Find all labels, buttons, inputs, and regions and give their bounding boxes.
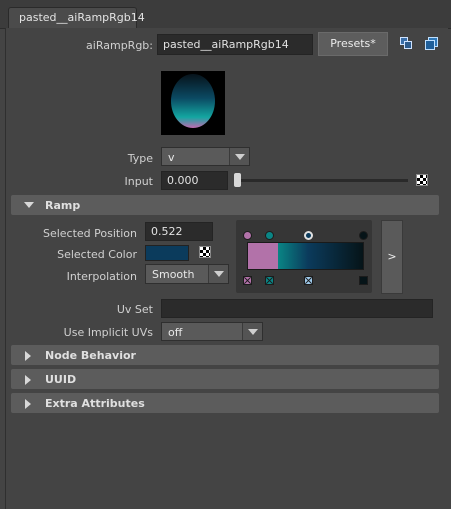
input-slider-track[interactable] <box>236 179 408 182</box>
uuid-section-header[interactable]: UUID <box>11 369 439 389</box>
selected-color-swatch[interactable] <box>145 245 189 261</box>
focus-icon[interactable] <box>400 37 412 49</box>
interpolation-label: Interpolation <box>66 270 137 283</box>
node-behavior-label: Node Behavior <box>45 349 136 362</box>
ramp-section-header[interactable]: Ramp <box>11 195 439 215</box>
node-type-label: aiRampRgb: <box>86 39 153 52</box>
map-texture-icon[interactable] <box>416 174 428 186</box>
collapse-triangle-icon <box>24 202 34 208</box>
ramp-stop-delete-icon[interactable] <box>359 276 368 285</box>
swatch-preview <box>161 71 225 135</box>
use-implicit-uvs-dropdown[interactable]: off <box>161 322 263 341</box>
chevron-down-icon <box>248 329 258 335</box>
ramp-expand-button[interactable]: > <box>381 220 403 294</box>
ramp-stop-handle[interactable] <box>304 231 313 240</box>
expand-triangle-icon <box>25 399 31 409</box>
input-label: Input <box>124 175 153 188</box>
selected-position-field[interactable]: 0.522 <box>145 222 213 241</box>
ramp-stop-delete-icon[interactable] <box>265 276 274 285</box>
interpolation-dropdown[interactable]: Smooth <box>145 264 229 284</box>
type-value: v <box>168 151 175 164</box>
expand-triangle-icon <box>25 351 31 361</box>
selected-color-label: Selected Color <box>57 248 137 261</box>
chevron-down-icon <box>214 271 224 277</box>
use-implicit-uvs-label: Use Implicit UVs <box>63 326 153 339</box>
input-field[interactable]: 0.000 <box>161 171 228 190</box>
ramp-stop-handles[interactable] <box>243 230 368 242</box>
type-dropdown-button[interactable] <box>229 148 249 165</box>
copy-tab-icon[interactable] <box>425 37 438 50</box>
uuid-label: UUID <box>45 373 77 386</box>
ramp-stop-delete-icon[interactable] <box>243 276 252 285</box>
tab-pasted-airamprgb14[interactable]: pasted__aiRampRgb14 <box>8 7 145 28</box>
presets-button[interactable]: Presets* <box>318 32 388 56</box>
use-implicit-uvs-dropdown-button[interactable] <box>242 323 262 340</box>
use-implicit-uvs-value: off <box>168 326 183 339</box>
chevron-down-icon <box>235 154 245 160</box>
interpolation-dropdown-button[interactable] <box>208 265 228 283</box>
ramp-stop-handle[interactable] <box>243 231 252 240</box>
ramp-stop-delete-handles[interactable] <box>243 275 368 287</box>
map-color-icon[interactable] <box>199 246 211 258</box>
uv-set-field[interactable] <box>161 299 433 318</box>
selected-position-label: Selected Position <box>42 227 137 240</box>
extra-attributes-label: Extra Attributes <box>45 397 145 410</box>
ramp-section-label: Ramp <box>45 199 81 212</box>
expand-triangle-icon <box>25 375 31 385</box>
interpolation-value: Smooth <box>152 268 195 281</box>
type-dropdown[interactable]: v <box>161 147 250 166</box>
ramp-stop-handle[interactable] <box>359 231 368 240</box>
ramp-stop-handle[interactable] <box>265 231 274 240</box>
uv-set-label: Uv Set <box>116 303 153 316</box>
ramp-gradient-bar[interactable] <box>247 242 364 270</box>
type-label: Type <box>127 152 153 165</box>
node-behavior-section-header[interactable]: Node Behavior <box>11 345 439 365</box>
extra-attributes-section-header[interactable]: Extra Attributes <box>11 393 439 413</box>
node-name-field[interactable]: pasted__aiRampRgb14 <box>157 34 313 55</box>
ramp-stop-delete-icon[interactable] <box>304 276 313 285</box>
input-slider-handle[interactable] <box>234 173 241 187</box>
